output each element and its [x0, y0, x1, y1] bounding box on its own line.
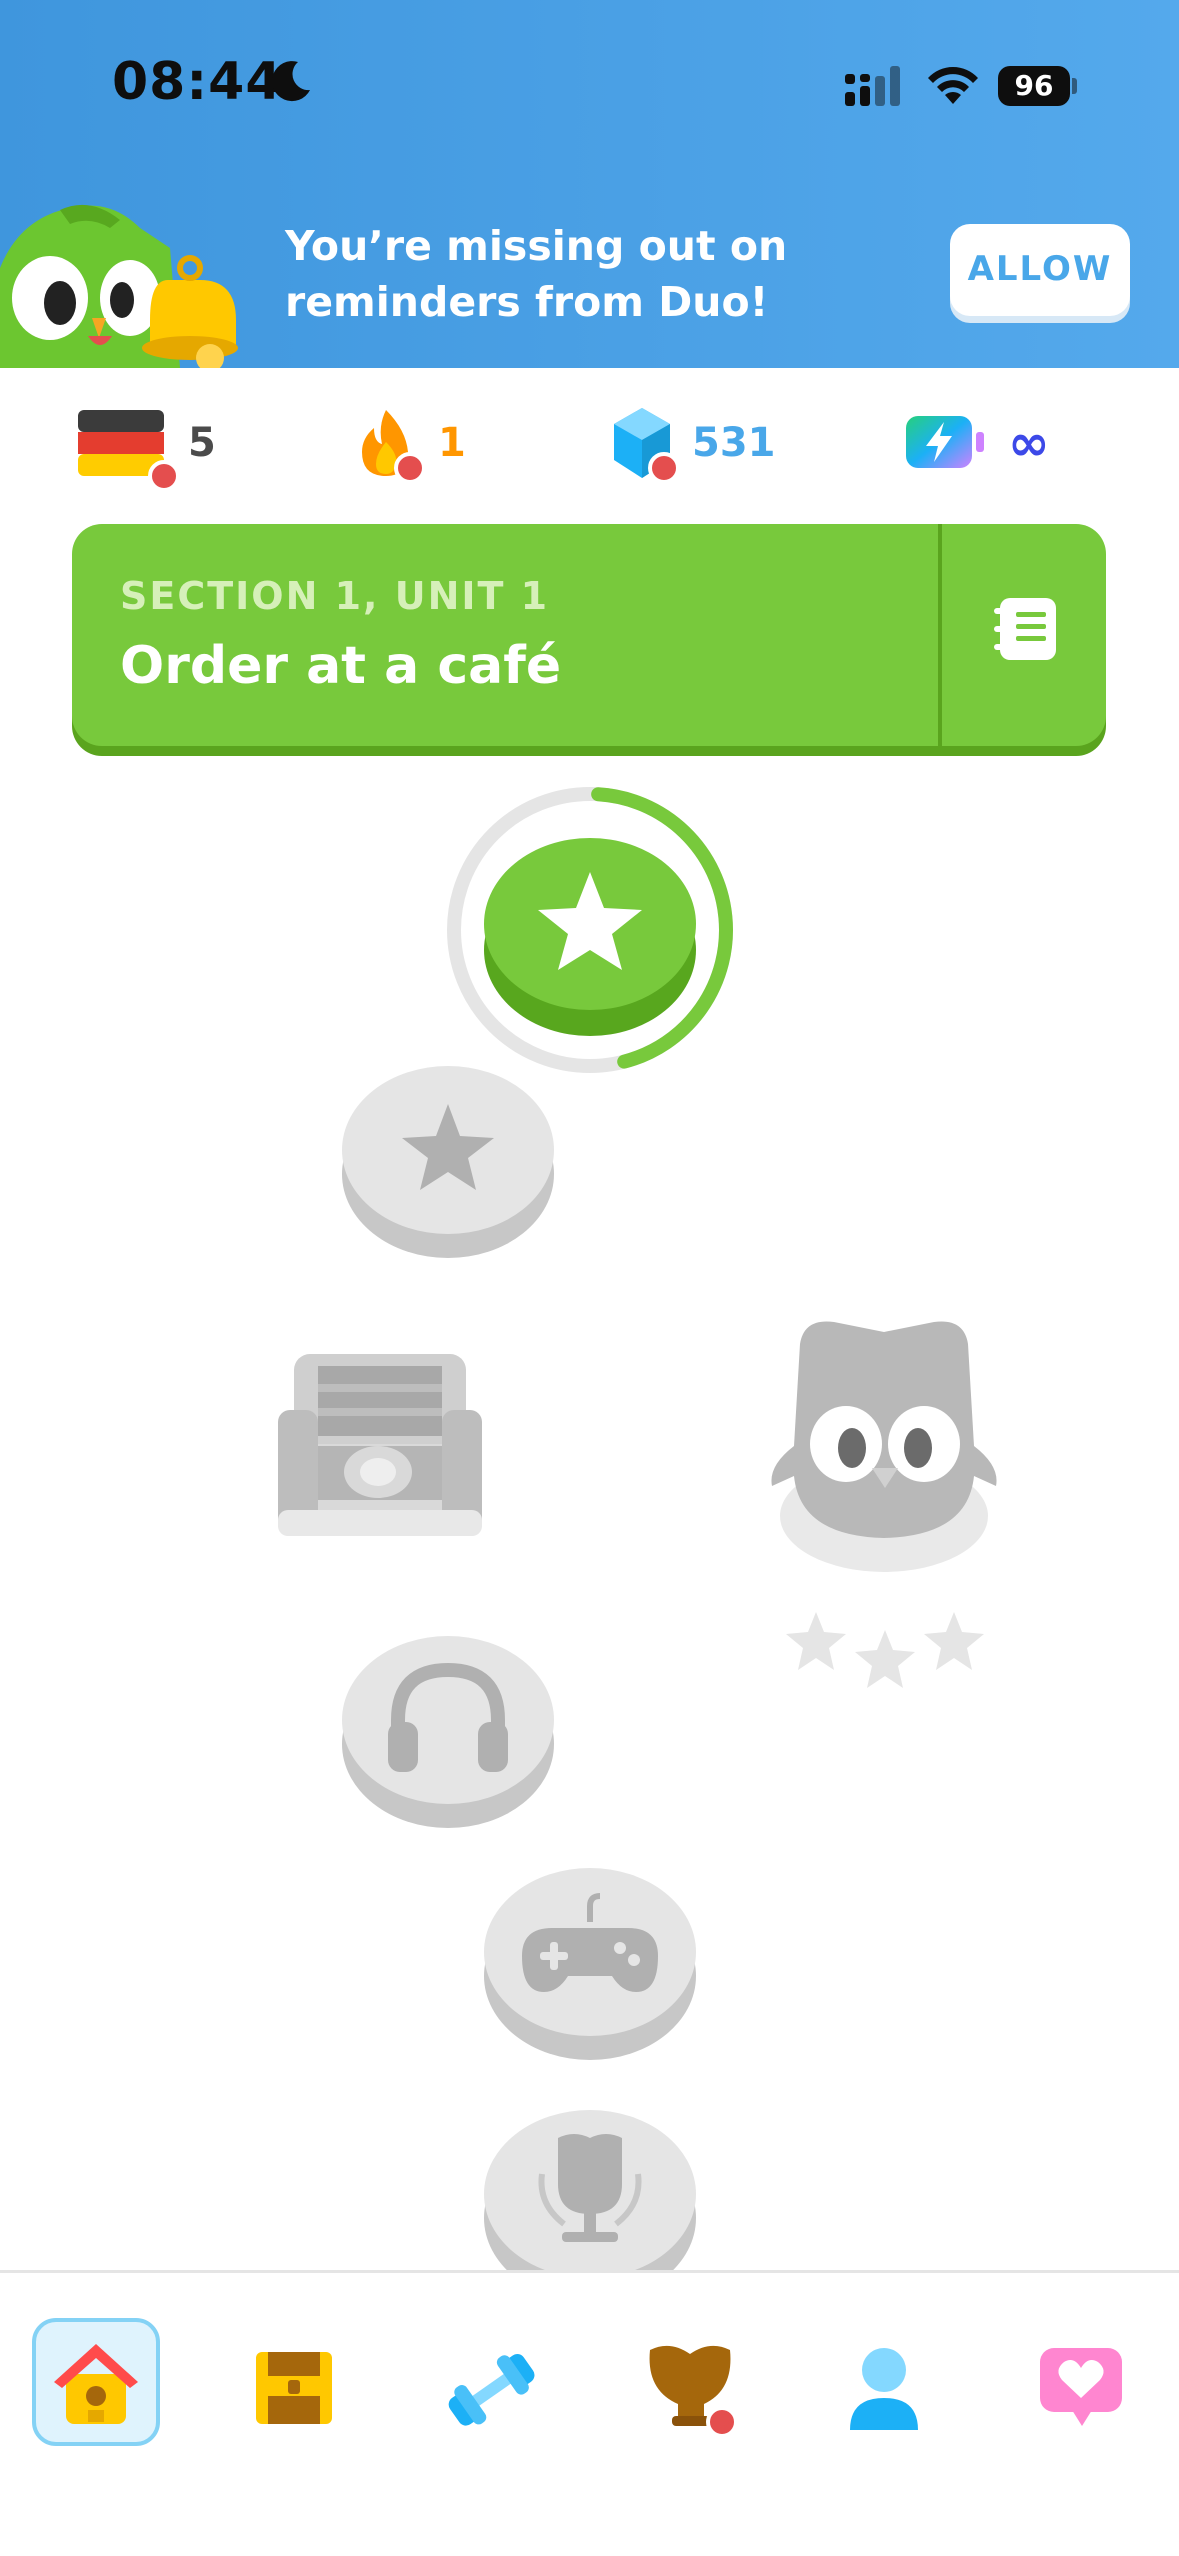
duo-owl-mascot-icon — [0, 204, 238, 368]
guidebook-button[interactable] — [942, 524, 1106, 746]
treasure-icon — [256, 2352, 332, 2424]
lesson-node-locked[interactable] — [340, 1060, 556, 1260]
battery-level: 96 — [998, 66, 1070, 106]
nav-practice[interactable] — [440, 2344, 542, 2434]
nav-divider — [0, 2270, 1179, 2273]
game-node-locked[interactable] — [482, 1862, 698, 2062]
nav-leaderboard[interactable] — [642, 2340, 740, 2440]
trophy-node-locked[interactable] — [482, 2104, 698, 2270]
cellular-signal-icon — [845, 66, 900, 106]
nav-more[interactable] — [1036, 2344, 1126, 2428]
star-icon — [786, 1612, 846, 1670]
section-title: Order at a café — [120, 636, 562, 696]
treasure-chest-locked[interactable] — [274, 1350, 486, 1540]
guidebook-icon — [994, 598, 1056, 660]
status-time: 08:44 — [112, 52, 283, 112]
star-icon — [855, 1630, 915, 1688]
energy-counter[interactable]: ∞ — [904, 400, 1074, 486]
language-selector[interactable]: 5 — [78, 400, 228, 492]
heart-speech-icon — [1040, 2348, 1122, 2426]
practice-dumbbell-icon — [448, 2354, 535, 2426]
streak-counter[interactable]: 1 — [356, 400, 506, 486]
profile-icon — [850, 2348, 918, 2430]
gems-counter[interactable]: 531 — [610, 400, 790, 486]
reminder-banner-message: You’re missing out on reminders from Duo… — [285, 222, 788, 326]
nav-quests[interactable] — [252, 2346, 336, 2430]
allow-notifications-button[interactable]: ALLOW — [950, 224, 1130, 316]
energy-value: ∞ — [1008, 414, 1050, 472]
notification-dot — [648, 452, 680, 484]
home-icon — [54, 2344, 138, 2424]
wifi-icon — [928, 67, 978, 104]
star-icon — [924, 1612, 984, 1670]
moon-icon — [272, 61, 310, 102]
notification-dot — [148, 460, 180, 492]
battery-cap — [1072, 78, 1077, 94]
streak-count: 1 — [438, 420, 466, 466]
listening-node-locked[interactable] — [340, 1630, 556, 1830]
notification-dot — [706, 2406, 738, 2438]
language-count: 5 — [188, 420, 216, 466]
gem-count: 531 — [692, 420, 776, 466]
nav-profile[interactable] — [848, 2344, 920, 2432]
section-header-card[interactable]: SECTION 1, UNIT 1 Order at a café — [72, 524, 1106, 746]
section-subtitle: SECTION 1, UNIT 1 — [120, 574, 550, 618]
lesson-node-active[interactable] — [436, 786, 744, 1076]
nav-home[interactable] — [32, 2318, 160, 2446]
battery-indicator: 96 — [998, 66, 1078, 106]
notification-dot — [394, 452, 426, 484]
energy-battery-icon — [906, 416, 984, 468]
duo-character-locked — [771, 1321, 997, 1572]
rating-stars — [786, 1612, 984, 1688]
